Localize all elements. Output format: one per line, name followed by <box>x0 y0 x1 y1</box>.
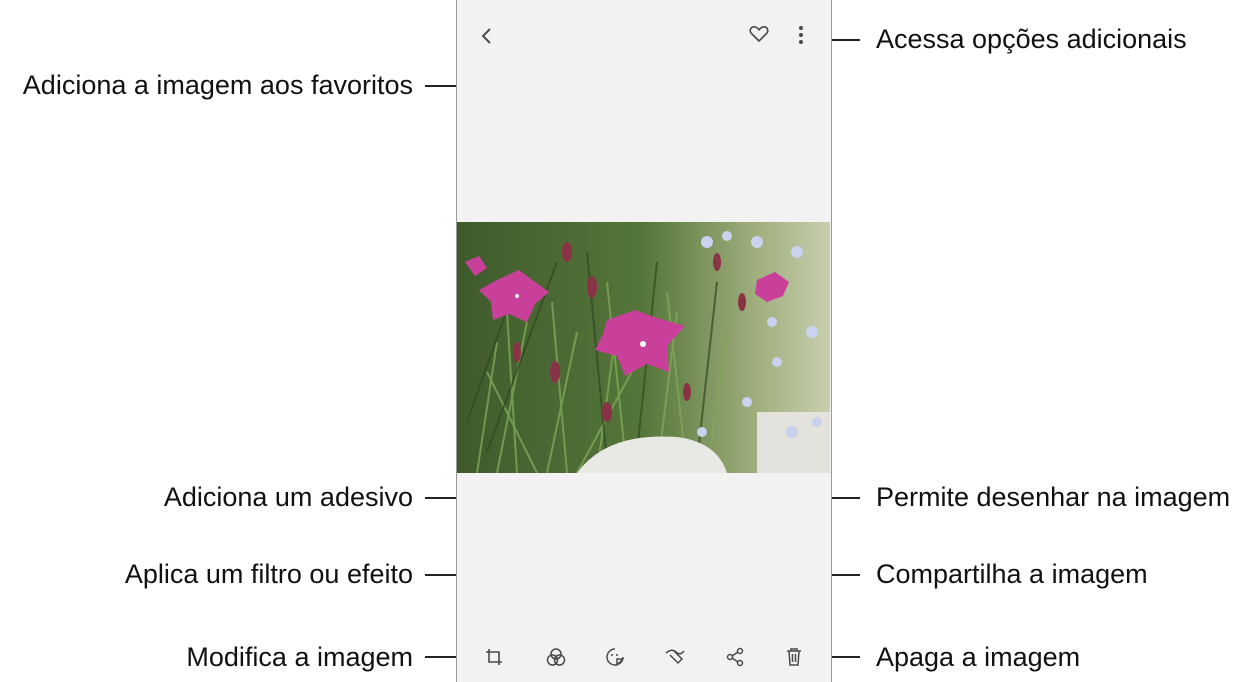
phone-screen <box>456 0 832 682</box>
photo-image <box>457 222 830 473</box>
callout-more-options: Acessa opções adicionais <box>876 24 1187 54</box>
callout-filter: Aplica um filtro ou efeito <box>124 559 413 589</box>
heart-icon[interactable] <box>747 22 771 46</box>
callout-delete: Apaga a imagem <box>876 642 1081 672</box>
callout-sticker: Adiciona um adesivo <box>163 482 413 512</box>
draw-icon[interactable] <box>663 645 687 669</box>
callout-draw: Permite desenhar na imagem <box>876 482 1231 512</box>
callout-favorite: Adiciona a imagem aos favoritos <box>22 70 413 100</box>
filter-icon[interactable] <box>544 645 568 669</box>
back-icon[interactable] <box>475 24 499 48</box>
edit-icon[interactable] <box>482 645 506 669</box>
more-options-icon[interactable] <box>789 23 813 47</box>
callout-edit: Modifica a imagem <box>186 642 413 672</box>
delete-icon[interactable] <box>782 645 806 669</box>
share-icon[interactable] <box>723 645 747 669</box>
sticker-icon[interactable] <box>603 645 627 669</box>
callout-share: Compartilha a imagem <box>876 559 1148 589</box>
